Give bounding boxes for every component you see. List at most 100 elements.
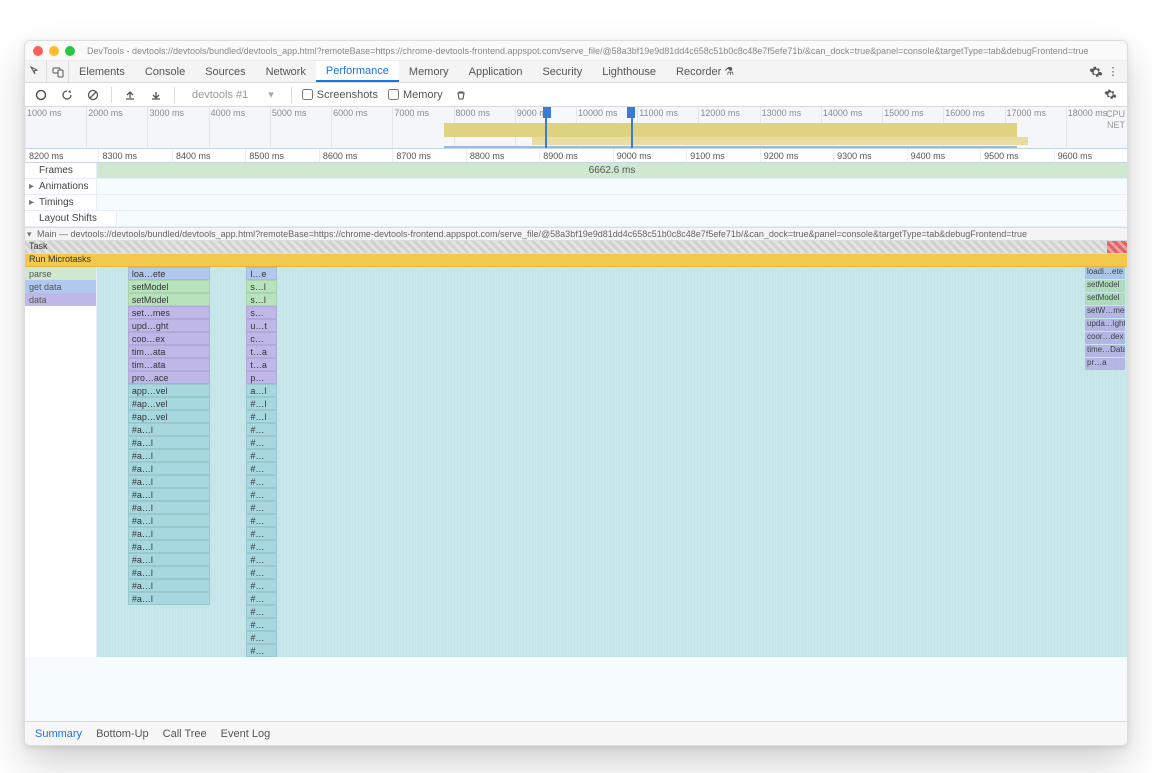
flame-bar[interactable]: pro…ace	[128, 371, 210, 384]
flame-bar[interactable]: #…	[246, 553, 277, 566]
flame-bar[interactable]: #…	[246, 436, 277, 449]
inspect-element-icon[interactable]	[25, 61, 47, 83]
load-profile-icon[interactable]	[122, 87, 138, 103]
flame-bar[interactable]: #…	[246, 501, 277, 514]
flame-bar[interactable]: #a…l	[128, 592, 210, 605]
more-options-icon[interactable]: ⋮	[1105, 65, 1121, 78]
flame-lane[interactable]: set…mes s…	[97, 306, 1127, 319]
flame-bar[interactable]: #ap…vel	[128, 410, 210, 423]
flame-lane[interactable]: tim…ata t…a	[97, 358, 1127, 371]
panel-tab-lighthouse[interactable]: Lighthouse	[592, 61, 666, 82]
flame-lane[interactable]: #…	[97, 644, 1127, 657]
track-layout-shifts[interactable]: Layout Shifts	[25, 211, 1127, 227]
flame-lane[interactable]: #a…l#…	[97, 579, 1127, 592]
flame-bar[interactable]: #…l	[246, 410, 277, 423]
microtasks-row[interactable]: Run Microtasks	[25, 254, 1127, 267]
flame-bar[interactable]: t…a	[246, 345, 277, 358]
flame-bar[interactable]: #a…l	[128, 501, 210, 514]
panel-tab-elements[interactable]: Elements	[69, 61, 135, 82]
flame-lane[interactable]: #ap…vel #…l	[97, 410, 1127, 423]
flame-lane[interactable]: setModels…l	[97, 280, 1127, 293]
flame-bar[interactable]: #…	[246, 514, 277, 527]
flame-chart[interactable]: loadi…etesetModelsetModelsetW…mesupda…ig…	[25, 267, 1127, 657]
chevron-right-icon[interactable]: ▸	[29, 197, 39, 208]
flame-bar[interactable]: p…	[246, 371, 277, 384]
flame-lane[interactable]: #a…l#…	[97, 449, 1127, 462]
flame-bar[interactable]: a…l	[246, 384, 277, 397]
flame-bar[interactable]: #a…l	[128, 579, 210, 592]
flame-bar[interactable]: #a…l	[128, 527, 210, 540]
flame-lane[interactable]: setModel s…l	[97, 293, 1127, 306]
flame-lane[interactable]: #a…l #…	[97, 566, 1127, 579]
memory-checkbox[interactable]: Memory	[388, 89, 443, 101]
flame-lane[interactable]: loa…ete l…e	[97, 267, 1127, 280]
capture-settings-gear-icon[interactable]	[1101, 86, 1119, 104]
chevron-right-icon[interactable]: ▸	[29, 181, 39, 192]
record-icon[interactable]	[33, 87, 49, 103]
flame-bar[interactable]: c…	[246, 332, 277, 345]
flame-bar[interactable]: app…vel	[128, 384, 210, 397]
reload-record-icon[interactable]	[59, 87, 75, 103]
flame-lane[interactable]: #a…l#…	[97, 475, 1127, 488]
panel-tab-security[interactable]: Security	[532, 61, 592, 82]
panel-tab-sources[interactable]: Sources	[195, 61, 255, 82]
flame-bar[interactable]: #a…l	[128, 436, 210, 449]
clear-icon[interactable]	[85, 87, 101, 103]
flame-bar[interactable]: #ap…vel	[128, 397, 210, 410]
flame-bar[interactable]: tim…ata	[128, 358, 210, 371]
details-tab-call-tree[interactable]: Call Tree	[163, 728, 207, 740]
detail-ruler[interactable]: 8200 ms8300 ms8400 ms8500 ms8600 ms8700 …	[25, 149, 1127, 163]
main-thread-header[interactable]: ▾ Main — devtools://devtools/bundled/dev…	[25, 227, 1127, 241]
flame-bar[interactable]: #…	[246, 488, 277, 501]
flame-bar[interactable]: l…e	[246, 267, 277, 280]
selection-handle-left[interactable]	[543, 107, 551, 118]
flame-bar[interactable]: t…a	[246, 358, 277, 371]
maximize-icon[interactable]	[65, 46, 75, 56]
flame-lane[interactable]: #…	[97, 618, 1127, 631]
flame-bar[interactable]: #…l	[246, 397, 277, 410]
close-icon[interactable]	[33, 46, 43, 56]
flame-lane[interactable]: upd…ghtu…t	[97, 319, 1127, 332]
flame-bar[interactable]: #…	[246, 540, 277, 553]
flame-bar[interactable]: #a…l	[128, 553, 210, 566]
flame-bar[interactable]: #…	[246, 527, 277, 540]
flame-bar[interactable]: #a…l	[128, 449, 210, 462]
flame-lane[interactable]: #a…l#…	[97, 423, 1127, 436]
flame-bar[interactable]: loa…ete	[128, 267, 210, 280]
flame-bar[interactable]: set…mes	[128, 306, 210, 319]
minimize-icon[interactable]	[49, 46, 59, 56]
flame-bar[interactable]: #a…l	[128, 540, 210, 553]
profile-selector[interactable]: devtools #1 ▾	[185, 86, 281, 103]
panel-tab-performance[interactable]: Performance	[316, 61, 399, 82]
flame-bar[interactable]: setModel	[128, 293, 210, 306]
flame-lane[interactable]: #ap…vel #…l	[97, 397, 1127, 410]
panel-tab-memory[interactable]: Memory	[399, 61, 459, 82]
flame-lane[interactable]: #a…l#…	[97, 514, 1127, 527]
flame-bar[interactable]: #a…l	[128, 462, 210, 475]
flame-bar[interactable]: setModel	[128, 280, 210, 293]
chevron-down-icon[interactable]: ▾	[27, 229, 37, 240]
flame-bar[interactable]: #…	[246, 631, 277, 644]
task-row[interactable]: Task	[25, 241, 1127, 254]
flame-lane[interactable]: coo…exc…	[97, 332, 1127, 345]
panel-tab-console[interactable]: Console	[135, 61, 195, 82]
flame-bar[interactable]: s…	[246, 306, 277, 319]
flame-bar[interactable]: #a…l	[128, 475, 210, 488]
settings-gear-icon[interactable]	[1087, 63, 1105, 81]
flame-bar[interactable]: #…	[246, 423, 277, 436]
flame-lane[interactable]: app…vel a…l	[97, 384, 1127, 397]
flame-bar[interactable]: #…	[246, 566, 277, 579]
flame-lane[interactable]: tim…atat…a	[97, 345, 1127, 358]
save-profile-icon[interactable]	[148, 87, 164, 103]
flame-bar[interactable]: s…l	[246, 293, 277, 306]
flame-lane[interactable]: pro…ace p…	[97, 371, 1127, 384]
flame-bar[interactable]: #a…l	[128, 566, 210, 579]
flame-bar[interactable]: #…	[246, 618, 277, 631]
flame-lane[interactable]: #a…l #…	[97, 540, 1127, 553]
frames-bar[interactable]: 6662.6 ms	[97, 163, 1127, 178]
flame-bar[interactable]: #…	[246, 605, 277, 618]
details-tab-bottom-up[interactable]: Bottom-Up	[96, 728, 149, 740]
selection-handle-right[interactable]	[627, 107, 635, 118]
flame-bar[interactable]: #a…l	[128, 488, 210, 501]
flame-bar[interactable]: upd…ght	[128, 319, 210, 332]
